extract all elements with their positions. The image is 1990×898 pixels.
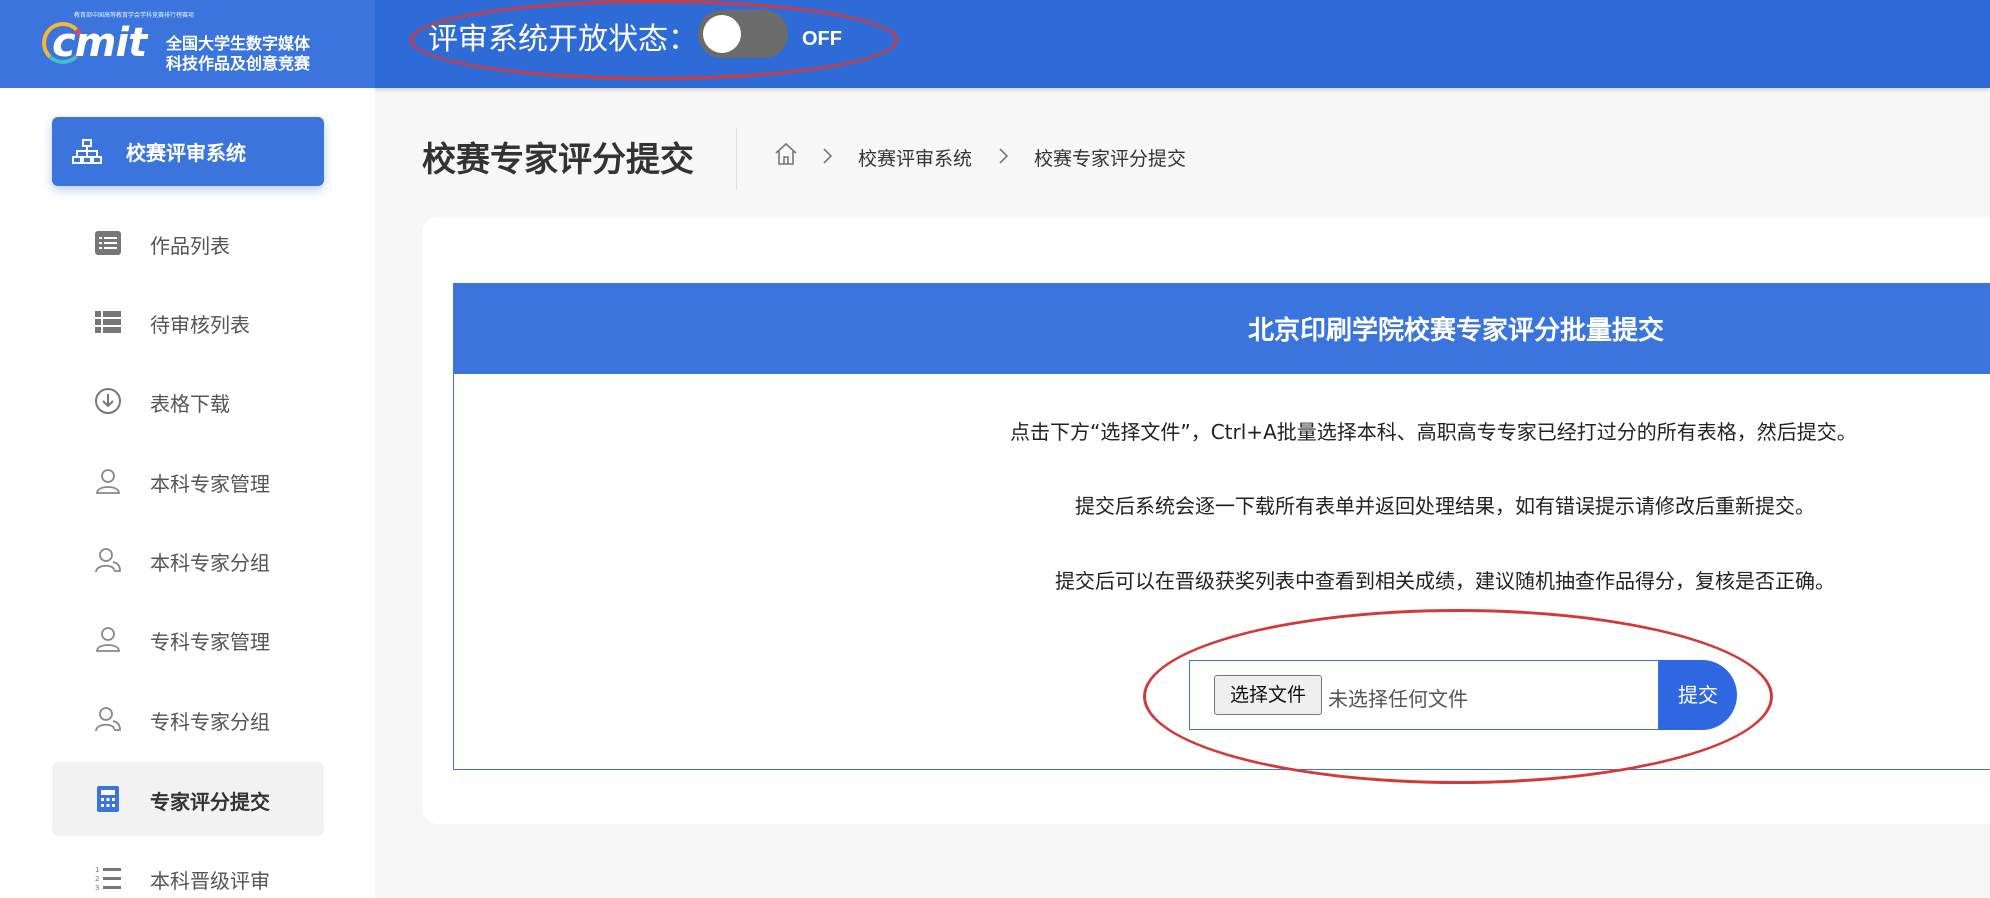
users-icon xyxy=(95,707,121,732)
sidebar-item-pending-list[interactable]: 待审核列表 xyxy=(52,285,324,359)
chevron-right-icon xyxy=(999,148,1009,164)
choose-file-button[interactable]: 选择文件 xyxy=(1214,675,1322,715)
chevron-right-icon xyxy=(823,148,833,164)
sidebar-item-college-expert-mgmt[interactable]: 专科专家管理 xyxy=(52,602,324,676)
sidebar-top-label: 校赛评审系统 xyxy=(126,141,246,165)
sidebar-item-label: 本科专家分组 xyxy=(150,551,270,575)
sidebar-item-label: 作品列表 xyxy=(150,234,230,258)
logo-wordmark: cmit xyxy=(52,20,147,66)
sidebar-item-label: 专科专家管理 xyxy=(150,630,270,654)
sidebar-item-label: 本科晋级评审 xyxy=(150,869,270,893)
sidebar-item-label: 专科专家分组 xyxy=(150,710,270,734)
review-status-toggle[interactable] xyxy=(698,10,788,58)
sidebar-item-undergrad-promotion[interactable]: 1 2 3 本科晋级评审 xyxy=(52,841,324,898)
sidebar-item-review-system[interactable]: 校赛评审系统 xyxy=(52,117,324,186)
file-input: 选择文件 未选择任何文件 xyxy=(1189,660,1659,730)
review-status-label: 评审系统开放状态： xyxy=(428,22,698,57)
sidebar: 校赛评审系统 作品列表 待审核列表 表格下载 本科专家管理 本科专家分组 专科专… xyxy=(0,88,375,898)
grid-list-icon xyxy=(95,311,121,333)
sitemap-icon xyxy=(72,139,102,164)
sidebar-item-label: 表格下载 xyxy=(150,392,230,416)
panel-header: 北京印刷学院校赛专家评分批量提交 xyxy=(454,284,1990,374)
home-icon[interactable] xyxy=(773,141,799,167)
logo-mark: cmit xyxy=(38,10,166,72)
panel-title: 北京印刷学院校赛专家评分批量提交 xyxy=(1248,316,1665,346)
svg-text:2: 2 xyxy=(95,875,99,883)
logo-area: 教育部中国高等教育学会学科竞赛排行榜赛项 cmit 全国大学生数字媒体 科技作品… xyxy=(0,0,375,88)
sidebar-item-undergrad-expert-group[interactable]: 本科专家分组 xyxy=(52,523,324,597)
calculator-icon xyxy=(97,786,119,812)
list-box-icon xyxy=(95,231,121,255)
sidebar-item-label: 待审核列表 xyxy=(150,313,250,337)
numbered-list-icon: 1 2 3 xyxy=(95,866,121,892)
sidebar-item-works-list[interactable]: 作品列表 xyxy=(52,206,324,280)
sidebar-item-college-expert-group[interactable]: 专科专家分组 xyxy=(52,682,324,756)
instruction-text-2: 提交后系统会逐一下载所有表单并返回处理结果，如有错误提示请修改后重新提交。 xyxy=(1075,494,1815,518)
top-header: 教育部中国高等教育学会学科竞赛排行榜赛项 cmit 全国大学生数字媒体 科技作品… xyxy=(0,0,1990,88)
sidebar-item-label: 专家评分提交 xyxy=(150,790,270,814)
breadcrumb-current: 校赛专家评分提交 xyxy=(1034,148,1187,170)
sidebar-item-table-download[interactable]: 表格下载 xyxy=(52,364,324,438)
sidebar-item-undergrad-expert-mgmt[interactable]: 本科专家管理 xyxy=(52,444,324,518)
page-title: 校赛专家评分提交 xyxy=(422,140,694,180)
toggle-state-text: OFF xyxy=(802,28,842,50)
instruction-text-1: 点击下方“选择文件”，Ctrl+A批量选择本科、高职高专专家已经打过分的所有表格… xyxy=(1010,420,1857,444)
submit-button[interactable]: 提交 xyxy=(1659,660,1737,730)
file-status-text: 未选择任何文件 xyxy=(1328,687,1468,711)
cmit-logo[interactable]: 教育部中国高等教育学会学科竞赛排行榜赛项 cmit 全国大学生数字媒体 科技作品… xyxy=(38,10,328,73)
svg-text:1: 1 xyxy=(95,866,99,874)
download-circle-icon xyxy=(95,388,121,414)
sidebar-item-score-submit[interactable]: 专家评分提交 xyxy=(52,762,324,836)
toggle-knob xyxy=(703,15,741,53)
breadcrumb-review-system[interactable]: 校赛评审系统 xyxy=(858,144,972,171)
instruction-text-3: 提交后可以在晋级获奖列表中查看到相关成绩，建议随机抽查作品得分，复核是否正确。 xyxy=(1055,569,1835,593)
user-icon xyxy=(96,469,120,494)
sidebar-item-label: 本科专家管理 xyxy=(150,472,270,496)
logo-line2: 科技作品及创意竞赛 xyxy=(166,54,311,73)
users-icon xyxy=(95,548,121,573)
title-divider xyxy=(736,128,737,190)
user-icon xyxy=(96,627,120,652)
svg-text:3: 3 xyxy=(95,884,99,892)
